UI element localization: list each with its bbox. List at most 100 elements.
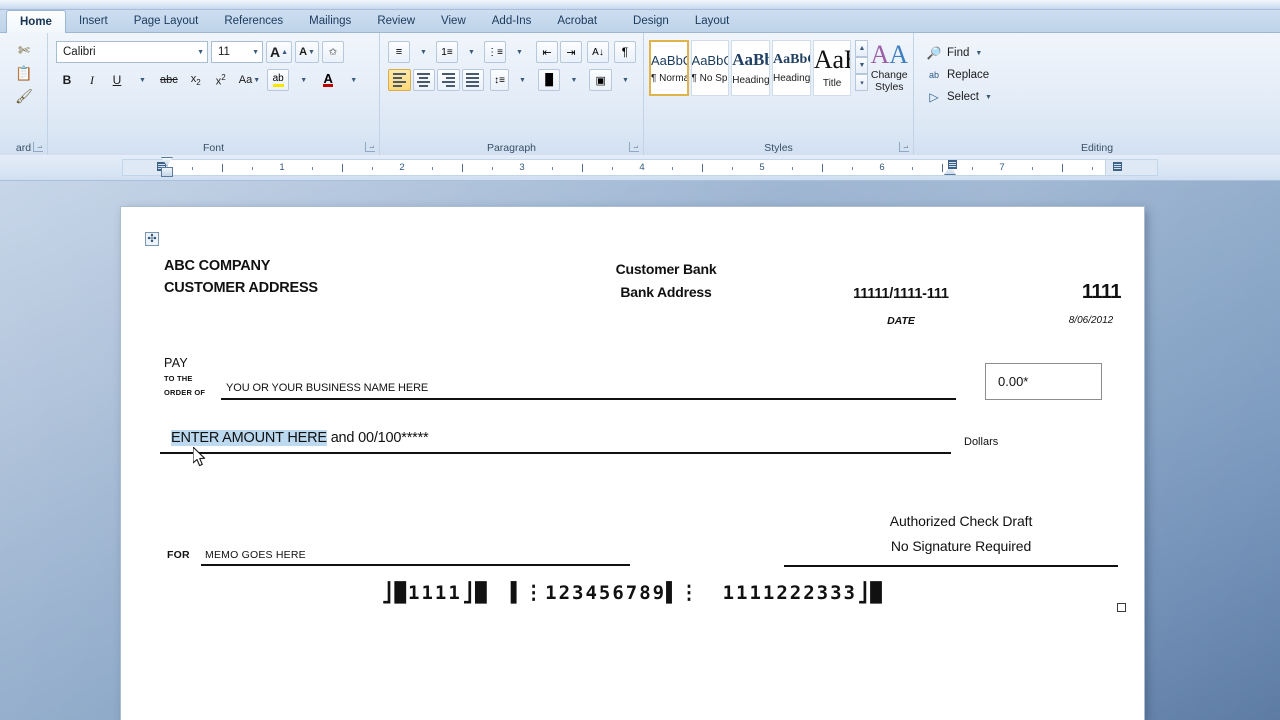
styles-dialog-launcher[interactable] <box>899 142 909 152</box>
tab-layout[interactable]: Layout <box>682 10 743 32</box>
tab-home[interactable]: Home <box>6 10 66 33</box>
chevron-down-icon[interactable]: ▼ <box>248 49 259 56</box>
amount-in-words-field[interactable]: ENTER AMOUNT HERE and 00/100***** <box>171 430 429 446</box>
align-right-icon[interactable] <box>437 69 460 91</box>
document-page[interactable]: ✣ ABC COMPANY CUSTOMER ADDRESS Customer … <box>121 207 1144 720</box>
memo-field[interactable]: MEMO GOES HERE <box>205 549 306 561</box>
ruler-tick <box>432 167 433 170</box>
tab-design[interactable]: Design <box>620 10 682 32</box>
authorized-check-draft-text: Authorized Check Draft <box>889 513 1033 529</box>
tab-page-layout[interactable]: Page Layout <box>121 10 212 32</box>
tab-view[interactable]: View <box>428 10 479 32</box>
paragraph-dialog-launcher[interactable] <box>629 142 639 152</box>
clipboard-dialog-launcher[interactable] <box>33 142 43 152</box>
borders-icon[interactable]: ▣ <box>589 69 612 91</box>
bullets-icon[interactable]: ≡ <box>388 41 410 63</box>
shading-dropdown[interactable]: ▼ <box>562 69 584 91</box>
tab-review[interactable]: Review <box>364 10 428 32</box>
tab-mailings[interactable]: Mailings <box>296 10 364 32</box>
style-heading-1[interactable]: AaBbC Heading 1 <box>731 40 770 96</box>
line-spacing-icon[interactable]: ↕≡ <box>490 69 509 91</box>
text-highlight-dropdown[interactable]: ▼ <box>292 69 314 91</box>
replace-button[interactable]: ab Replace <box>922 64 1275 86</box>
ruler-track[interactable]: 12345678 <box>122 159 1158 176</box>
grow-font-button[interactable]: A ▲ <box>266 41 293 63</box>
styles-gallery-scroller[interactable]: ▲ ▼ ▾ <box>855 40 869 91</box>
text-highlight-button[interactable]: ab <box>267 69 290 91</box>
font-name-combo[interactable]: Calibri ▼ <box>56 41 208 63</box>
ruler-tick <box>342 164 343 172</box>
numeric-amount-box[interactable]: 0.00* <box>985 363 1102 400</box>
line-spacing-dropdown[interactable]: ▼ <box>511 69 533 91</box>
bullets-dropdown[interactable]: ▼ <box>412 41 434 63</box>
style-heading-2[interactable]: AaBbCc Heading 2 <box>772 40 811 96</box>
justify-icon[interactable] <box>461 69 485 91</box>
copy-icon[interactable]: 📋 <box>14 63 34 83</box>
ruler-tick <box>372 167 373 170</box>
change-case-button[interactable]: Aa ▼ <box>235 69 264 91</box>
micr-check-number: 1111 <box>408 582 462 604</box>
selected-text[interactable]: ENTER AMOUNT HERE <box>171 430 327 446</box>
micr-routing-number: 123456789 <box>545 582 667 604</box>
font-color-button[interactable]: A <box>317 69 339 91</box>
tab-stop-marker[interactable] <box>1113 162 1122 171</box>
numbering-icon[interactable]: 1≡ <box>436 41 458 63</box>
multilevel-dropdown[interactable]: ▼ <box>508 41 530 63</box>
align-left-icon[interactable] <box>388 69 411 91</box>
format-painter-icon[interactable]: 🖌 <box>14 86 34 106</box>
superscript-button[interactable]: x2 <box>210 69 232 91</box>
increase-indent-icon[interactable]: ⇥ <box>560 41 582 63</box>
style-no-spacing[interactable]: AaBbCcDc ¶ No Spaci... <box>690 40 730 96</box>
show-formatting-marks-icon[interactable]: ¶ <box>614 41 636 63</box>
ruler-tick <box>462 164 463 172</box>
payee-name-field[interactable]: YOU OR YOUR BUSINESS NAME HERE <box>226 382 428 394</box>
table-move-handle[interactable]: ✣ <box>145 232 159 246</box>
tab-acrobat[interactable]: Acrobat <box>544 10 610 32</box>
italic-button[interactable]: I <box>81 69 103 91</box>
tab-references[interactable]: References <box>211 10 296 32</box>
chevron-down-icon[interactable]: ▼ <box>193 49 204 56</box>
style-normal[interactable]: AaBbCcDc ¶ Normal <box>649 40 689 96</box>
align-center-icon[interactable] <box>412 69 436 91</box>
select-button[interactable]: ▷ Select ▼ <box>922 86 1275 108</box>
font-dialog-launcher[interactable] <box>365 142 375 152</box>
tab-add-ins[interactable]: Add-Ins <box>479 10 545 32</box>
clear-formatting-button[interactable]: ✩ <box>321 41 344 63</box>
bold-button[interactable]: B <box>56 69 78 91</box>
horizontal-ruler[interactable]: 12345678 <box>0 155 1280 181</box>
select-label: Select <box>947 91 979 103</box>
underline-dropdown[interactable]: ▼ <box>131 69 153 91</box>
underline-button[interactable]: U <box>106 69 128 91</box>
decrease-indent-icon[interactable]: ⇤ <box>536 41 558 63</box>
font-size-combo[interactable]: 11 ▼ <box>211 41 263 63</box>
shading-icon[interactable]: █ <box>537 69 561 91</box>
replace-icon: ab <box>928 70 939 80</box>
style-sample: AaBbC <box>732 50 769 69</box>
font-color-dropdown[interactable]: ▼ <box>342 69 364 91</box>
strikethrough-button[interactable]: abc <box>156 69 182 91</box>
sort-icon[interactable]: A↓ <box>587 41 609 63</box>
multilevel-list-icon[interactable]: ⋮≡ <box>484 41 506 63</box>
style-sample: AaBbCcDc <box>691 52 729 68</box>
ribbon-tab-bar[interactable]: Home Insert Page Layout References Maili… <box>0 10 1280 33</box>
more-styles-icon[interactable]: ▾ <box>855 74 869 91</box>
change-styles-button[interactable]: AA Change Styles <box>870 40 908 94</box>
style-title[interactable]: AaB Title <box>812 40 852 96</box>
subscript-button[interactable]: x2 <box>185 69 207 91</box>
left-indent-marker[interactable] <box>161 167 173 177</box>
table-resize-handle[interactable] <box>1117 603 1126 612</box>
micr-end-symbol: ⎦█ <box>856 582 884 604</box>
shrink-font-button[interactable]: A ▼ <box>295 41 319 63</box>
scroll-up-icon[interactable]: ▲ <box>855 40 869 57</box>
micr-transit-symbol-right: ⎦█ <box>461 582 489 604</box>
change-styles-label: Change Styles <box>870 69 908 93</box>
scissors-icon[interactable]: ✄ <box>14 40 34 60</box>
numbering-dropdown[interactable]: ▼ <box>460 41 482 63</box>
tab-stop-marker[interactable] <box>948 160 957 169</box>
find-button[interactable]: 🔎 Find ▼ <box>922 42 1275 64</box>
scroll-down-icon[interactable]: ▼ <box>855 57 869 74</box>
borders-dropdown[interactable]: ▼ <box>614 69 636 91</box>
ruler-tick <box>222 164 223 172</box>
tab-insert[interactable]: Insert <box>66 10 121 32</box>
font-name-value: Calibri <box>63 46 96 58</box>
